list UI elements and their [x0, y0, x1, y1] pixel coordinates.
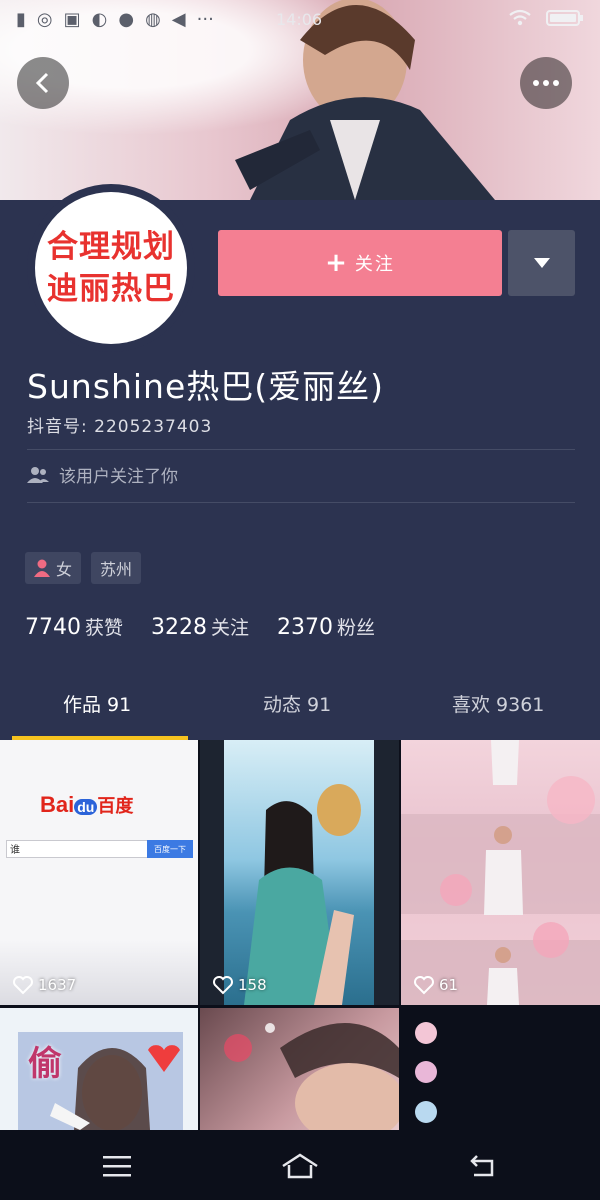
- like-count: 1637: [12, 975, 76, 995]
- users-icon: [27, 466, 49, 483]
- search-button: 百度一下: [147, 840, 193, 858]
- location-tag: 苏州: [91, 552, 142, 584]
- back-button[interactable]: [17, 57, 69, 109]
- video-thumbnail[interactable]: 158: [200, 740, 399, 1005]
- baidu-paw: du: [74, 799, 98, 815]
- like-count-value: 61: [439, 976, 459, 994]
- tab-posts[interactable]: 动态 91: [263, 690, 331, 717]
- menu-button[interactable]: [97, 1146, 137, 1186]
- stat-label: 获赞: [85, 617, 124, 639]
- chevron-left-icon: [35, 72, 49, 94]
- tab-works[interactable]: 作品 91: [63, 690, 131, 717]
- follow-note: 该用户关注了你: [27, 462, 178, 487]
- heart-icon: [13, 976, 33, 995]
- baidu-logo-cn: 百度: [97, 796, 134, 816]
- app-icon: ◍: [145, 9, 161, 30]
- stat-following[interactable]: 3228 关注: [151, 613, 249, 640]
- video-thumbnail[interactable]: Bai du 百度 谁 百度一下 1637: [0, 740, 198, 1005]
- content-tabs: 作品 91 动态 91 喜欢 9361: [0, 680, 600, 738]
- volume-icon: ◀: [171, 9, 186, 30]
- heart-icon: [213, 976, 233, 995]
- gender-tag: 女: [25, 552, 82, 584]
- like-count-value: 158: [238, 976, 267, 994]
- location-tag-label: 苏州: [100, 560, 133, 579]
- video-thumbnail[interactable]: 偷: [0, 1008, 198, 1130]
- stat-label: 粉丝: [337, 617, 376, 639]
- baidu-logo: Bai du 百度: [40, 792, 133, 818]
- message-icon: ●: [118, 9, 135, 30]
- stat-value: 7740: [25, 615, 81, 640]
- divider: [27, 449, 575, 450]
- like-count-value: 1637: [38, 976, 77, 994]
- nickname: Sunshine热巴(爱丽丝): [27, 367, 385, 406]
- menu-icon: [103, 1156, 131, 1177]
- stats-row: 7740 获赞 3228 关注 2370 粉丝: [25, 613, 375, 640]
- avatar-text-line: 合理规划: [47, 229, 175, 265]
- more-horizontal-icon: [533, 80, 559, 86]
- caret-down-icon: [533, 258, 550, 268]
- loading-area: [401, 1008, 600, 1130]
- overlay-text: 偷: [28, 1044, 62, 1084]
- video-thumbnail[interactable]: [200, 1008, 399, 1130]
- recommend-dropdown-button[interactable]: [508, 230, 575, 296]
- like-count: 158: [212, 975, 267, 995]
- battery-icon: [546, 10, 583, 26]
- douyin-id[interactable]: 抖音号: 2205237403: [27, 412, 212, 437]
- gender-tag-label: 女: [56, 560, 73, 579]
- home-button[interactable]: [280, 1146, 320, 1186]
- follow-button[interactable]: + 关注: [218, 230, 502, 296]
- back-nav-button[interactable]: [463, 1146, 503, 1186]
- female-user-icon: [34, 559, 50, 577]
- like-count: 61: [413, 975, 458, 995]
- avatar-text-line: 迪丽热巴: [47, 271, 175, 307]
- thumbnail-photo: [224, 1023, 399, 1130]
- plus-icon: +: [325, 248, 349, 278]
- cover-image: ▮ ◎ ▣ ◐ ● ◍ ◀ ··· 14:06: [0, 0, 600, 200]
- home-icon: [282, 1153, 318, 1179]
- follow-button-label: 关注: [354, 254, 395, 275]
- stat-likes[interactable]: 7740 获赞: [25, 613, 123, 640]
- baidu-logo-text: Bai: [40, 792, 75, 817]
- wifi-icon: [509, 9, 531, 26]
- more-options-button[interactable]: [520, 57, 572, 109]
- stat-value: 2370: [277, 615, 334, 640]
- divider: [27, 502, 575, 503]
- signal-icon: ▮: [16, 9, 26, 30]
- stat-value: 3228: [151, 615, 208, 640]
- thumbnail-figure: [244, 784, 361, 1005]
- follow-note-text: 该用户关注了你: [59, 467, 178, 487]
- thumbnail-collage: [401, 740, 600, 1005]
- notification-icon: ▣: [63, 9, 81, 30]
- tab-likes[interactable]: 喜欢 9361: [452, 690, 544, 717]
- return-icon: [470, 1155, 494, 1177]
- thumbnail-shade: [0, 940, 198, 1005]
- system-nav-bar: [0, 1130, 600, 1200]
- status-bar: ▮ ◎ ▣ ◐ ● ◍ ◀ ··· 14:06: [0, 0, 600, 40]
- video-thumbnail[interactable]: 61: [401, 740, 600, 1005]
- loading-dots: [415, 1022, 437, 1123]
- status-time: 14:06: [276, 10, 323, 29]
- stat-followers[interactable]: 2370 粉丝: [277, 613, 375, 640]
- weibo-icon: ◎: [36, 9, 53, 30]
- browser-icon: ◐: [91, 9, 108, 30]
- avatar[interactable]: 合理规划 迪丽热巴: [27, 184, 195, 352]
- search-field: 谁: [6, 840, 149, 858]
- more-notifications-icon: ···: [196, 9, 214, 30]
- stat-label: 关注: [211, 617, 250, 639]
- heart-icon: [414, 976, 434, 995]
